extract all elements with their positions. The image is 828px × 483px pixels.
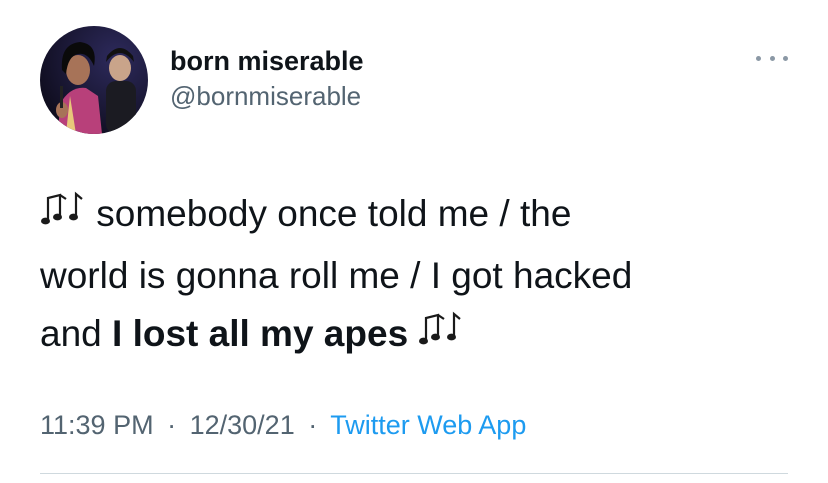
tweet: born miserable @bornmiserable somebody o… [0,0,828,483]
avatar[interactable] [40,26,148,134]
user-handle[interactable]: @bornmiserable [170,79,364,113]
display-name[interactable]: born miserable [170,44,364,78]
tweet-source-link[interactable]: Twitter Web App [330,410,526,440]
dot [783,55,788,61]
dot [769,55,775,61]
music-notes-icon [40,189,86,247]
separator: · [167,410,177,440]
tweet-time[interactable]: 11:39 PM [40,410,154,440]
divider [40,473,788,474]
avatar-image [40,26,148,134]
tweet-text-line-2: world is gonna roll me / I got hacked [40,255,633,296]
author-block[interactable]: born miserable @bornmiserable [170,44,364,113]
tweet-text-bold: I lost all my apes [112,313,409,354]
dot [756,55,761,61]
separator: · [308,410,318,440]
tweet-text-segment: somebody once told me / the [96,193,572,234]
tweet-text-line-3: and I lost all my apes [40,305,800,367]
tweet-date[interactable]: 12/30/21 [190,410,295,440]
music-notes-icon [418,309,464,367]
tweet-text-line-1: somebody once told me / the [40,185,800,247]
more-options-icon[interactable] [756,48,788,68]
tweet-text-segment: and [40,313,113,354]
tweet-text: somebody once told me / the world is gon… [40,185,800,367]
tweet-metadata: 11:39 PM · 12/30/21 · Twitter Web App [40,405,526,445]
